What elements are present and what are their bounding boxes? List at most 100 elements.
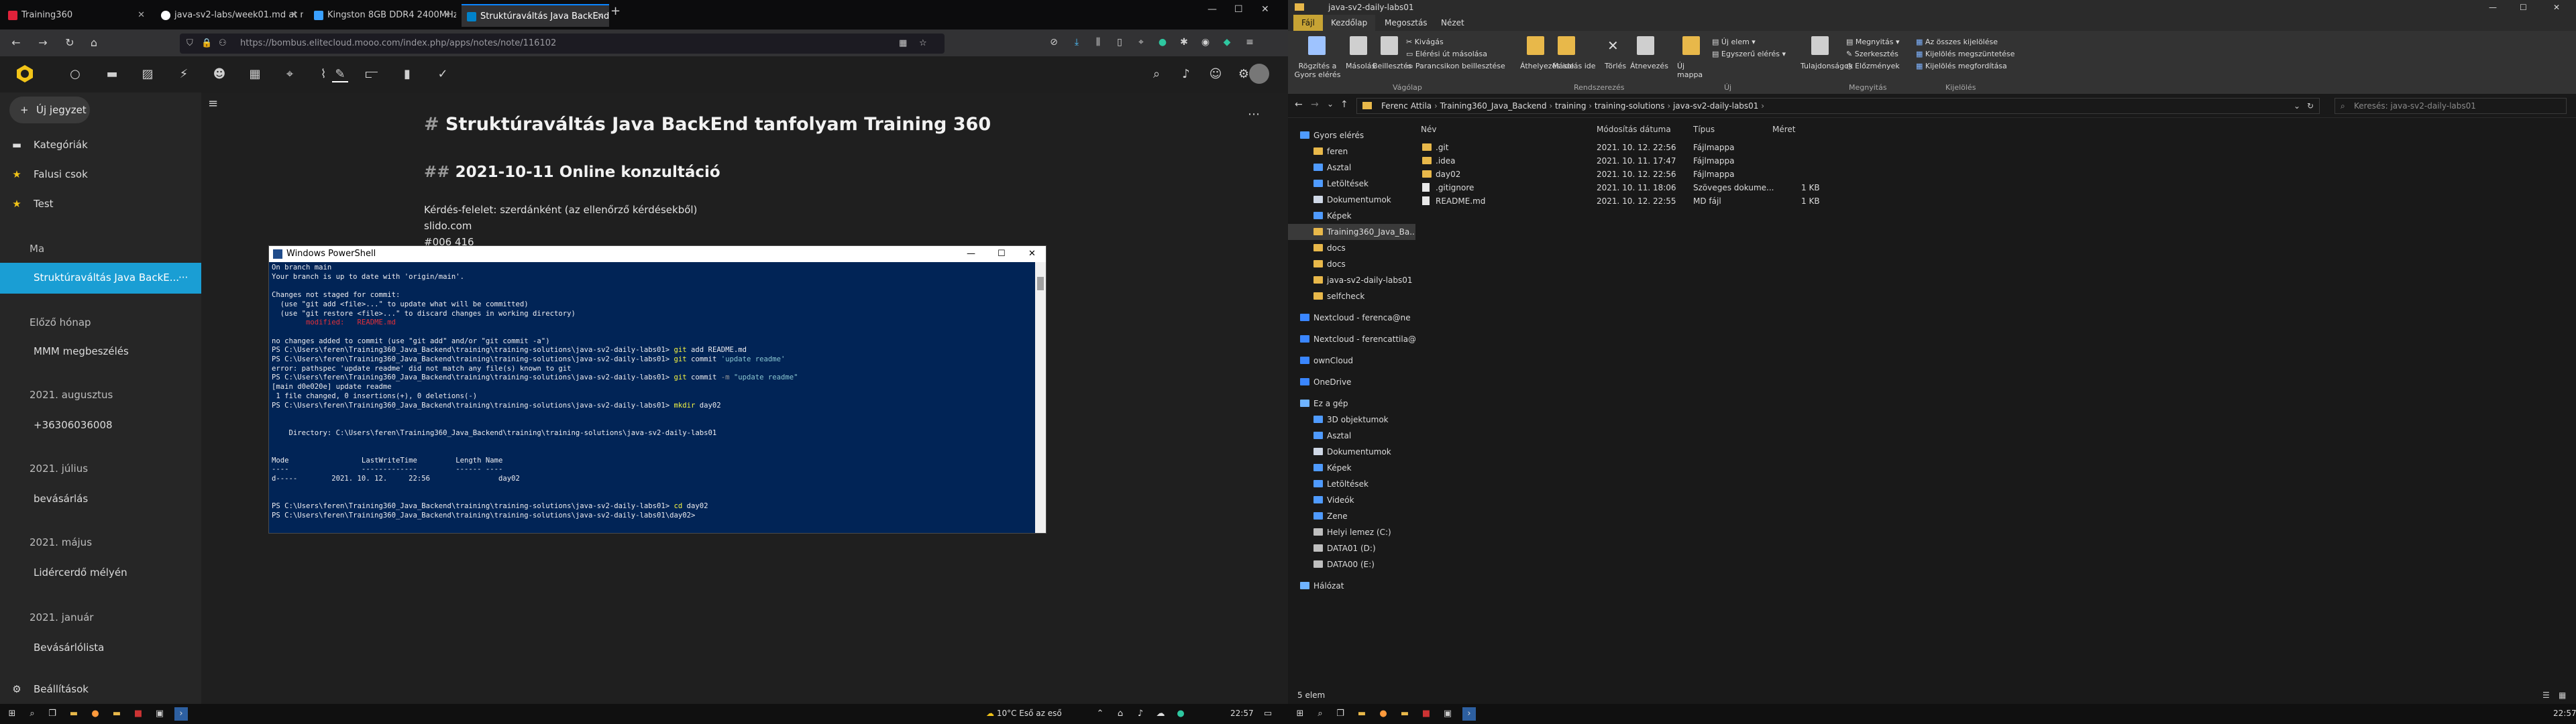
reload-icon[interactable]: ↻	[62, 35, 78, 51]
close-button[interactable]: ✕	[1028, 246, 1036, 262]
up-icon[interactable]: ↑	[1340, 99, 1348, 110]
contacts-icon[interactable]: ☻	[211, 66, 227, 82]
breadcrumb-item[interactable]: training-solutions	[1595, 101, 1665, 111]
browser-tab[interactable]: java-sv2-labs/week01.md at m... ✕	[156, 4, 303, 27]
clock[interactable]: 22:57	[1230, 709, 1254, 718]
close-tab-icon[interactable]: ✕	[596, 5, 604, 27]
nav-item[interactable]: Letöltések	[1288, 476, 1415, 492]
dashboard-icon[interactable]: ○	[67, 66, 83, 82]
new-tab-button[interactable]: +	[610, 4, 621, 18]
tray-icon[interactable]: ●	[1174, 707, 1187, 721]
forward-icon[interactable]: →	[35, 35, 51, 51]
select-all-button[interactable]: ▦ Az összes kijelölése	[1916, 38, 1998, 46]
calendar-icon[interactable]: ▦	[247, 66, 263, 82]
note-list-item-active[interactable]: Struktúraváltás Java BackE... ···	[0, 263, 201, 294]
deck-icon[interactable]: ▮	[399, 66, 415, 82]
scrollbar-thumb[interactable]	[1037, 277, 1044, 290]
large-icons-view-icon[interactable]: ▦	[2559, 686, 2566, 704]
nav-item[interactable]: Asztal	[1288, 428, 1415, 444]
back-icon[interactable]: ←	[8, 35, 24, 51]
close-tab-icon[interactable]: ✕	[443, 4, 451, 27]
tray-icon[interactable]: ☁	[1154, 707, 1167, 721]
recent-locations-icon[interactable]: ⌄	[1327, 99, 1334, 109]
nav-item[interactable]: Ez a gép	[1288, 396, 1415, 412]
account-icon[interactable]: ◉	[1198, 35, 1213, 50]
permissions-icon[interactable]: ⚇	[219, 34, 227, 54]
files-icon[interactable]: ▬	[104, 66, 120, 82]
maximize-button[interactable]: ☐	[1234, 4, 1243, 15]
nav-item[interactable]: Gyors elérés	[1288, 127, 1415, 143]
nav-note-falusi-csok[interactable]: ★ Falusi csok	[0, 160, 201, 189]
invert-selection-button[interactable]: ▦ Kijelölés megfordítása	[1916, 62, 2007, 70]
file-explorer-icon[interactable]: ▬	[1355, 707, 1368, 721]
nav-item[interactable]: Asztal	[1288, 160, 1415, 176]
breadcrumb-item[interactable]: Training360_Java_Backend	[1440, 101, 1547, 111]
delete-button[interactable]: Törlés	[1605, 62, 1626, 70]
nav-item[interactable]: Letöltések	[1288, 176, 1415, 192]
minimize-button[interactable]: —	[1208, 4, 1217, 15]
tab-share[interactable]: Megosztás	[1377, 15, 1436, 31]
extension-icon[interactable]: ◆	[1220, 35, 1234, 50]
app-icon[interactable]: ■	[1419, 707, 1433, 721]
nav-item[interactable]: Dokumentumok	[1288, 444, 1415, 460]
bookmark-star-icon[interactable]: ☆	[919, 34, 927, 54]
extension-icon[interactable]: ✱	[1177, 35, 1191, 50]
sidebar-icon[interactable]: ▯	[1112, 35, 1127, 50]
notification-center-icon[interactable]: ▭	[1261, 707, 1275, 721]
library-icon[interactable]: ⫼	[1091, 35, 1106, 50]
nav-item[interactable]: docs	[1288, 240, 1415, 256]
network-icon[interactable]: ⌂	[1114, 707, 1127, 721]
properties-button[interactable]: Tulajdonságok	[1801, 62, 1853, 70]
powershell-taskbar-icon[interactable]: ›	[1462, 707, 1476, 721]
maximize-button[interactable]: ☐	[2520, 0, 2527, 15]
tab-file[interactable]: Fájl	[1293, 15, 1323, 31]
breadcrumb-item[interactable]: training	[1555, 101, 1587, 111]
close-tab-icon[interactable]: ✕	[290, 4, 298, 27]
nav-item[interactable]: selfcheck	[1288, 288, 1415, 304]
scrollbar[interactable]	[1035, 262, 1046, 533]
note-list-item[interactable]: bevásárlás	[0, 484, 201, 514]
column-header-size[interactable]: Méret	[1772, 125, 1796, 134]
nav-item[interactable]: ownCloud	[1288, 353, 1415, 369]
note-list-item[interactable]: MMM megbeszélés	[0, 337, 201, 366]
nav-item[interactable]: Nextcloud - ferenca@ne	[1288, 310, 1415, 326]
browser-tab-active[interactable]: Struktúraváltás Java BackEnd ta... ✕	[462, 4, 609, 27]
explorer-titlebar[interactable]: java-sv2-daily-labs01 — ☐ ✕	[1288, 0, 2576, 15]
nav-item[interactable]: feren	[1288, 143, 1415, 160]
nav-item[interactable]: Zene	[1288, 508, 1415, 524]
close-button[interactable]: ✕	[2553, 0, 2560, 15]
notes-icon[interactable]: ✎	[332, 66, 348, 82]
minimize-button[interactable]: —	[2489, 0, 2497, 15]
nav-item[interactable]: Képek	[1288, 460, 1415, 476]
more-icon[interactable]: ···	[178, 263, 188, 292]
select-none-button[interactable]: ▦ Kijelölés megszüntetése	[1916, 50, 2015, 58]
search-icon[interactable]: ⌕	[1148, 66, 1165, 82]
nav-item[interactable]: Képek	[1288, 208, 1415, 224]
note-list-item[interactable]: Bevásárlólista	[0, 633, 201, 662]
note-actions-icon[interactable]: ⋯	[1248, 107, 1260, 121]
lock-icon[interactable]: 🔒	[201, 34, 212, 54]
history-button[interactable]: ◷ Előzmények	[1846, 62, 1900, 70]
weather-status[interactable]: ☁ 10°C Eső az eső	[986, 709, 1062, 718]
nav-item[interactable]: DATA00 (E:)	[1288, 556, 1415, 572]
nav-item[interactable]: Videók	[1288, 492, 1415, 508]
nav-categories[interactable]: ▬ Kategóriák	[0, 130, 201, 160]
copy-path-button[interactable]: ▭ Elérési út másolása	[1406, 50, 1487, 58]
menu-icon[interactable]: ≡	[1242, 35, 1257, 50]
nav-item[interactable]: Nextcloud - ferencattila@	[1288, 331, 1416, 347]
breadcrumb-item[interactable]: Ferenc Attila	[1381, 101, 1432, 111]
file-row[interactable]: .git 2021. 10. 12. 22:56 Fájlmappa	[1422, 141, 1825, 154]
search-icon[interactable]: ⌕	[1313, 707, 1327, 721]
copy-to-button[interactable]: Másolás ide	[1552, 62, 1596, 70]
avatar[interactable]	[1249, 64, 1269, 84]
paste-shortcut-button[interactable]: ▭ Parancsikon beillesztése	[1406, 62, 1505, 70]
reader-view-icon[interactable]: ▦	[899, 34, 907, 54]
nav-item[interactable]: 3D objektumok	[1288, 412, 1415, 428]
app-icon[interactable]: ▬	[110, 707, 123, 721]
tab-view[interactable]: Nézet	[1433, 15, 1472, 31]
copy-button[interactable]: Másolás	[1346, 62, 1375, 70]
shield-icon[interactable]: ⛉	[186, 34, 193, 54]
app-icon[interactable]: ▣	[153, 707, 166, 721]
edit-button[interactable]: ✎ Szerkesztés	[1846, 50, 1898, 58]
file-explorer-icon[interactable]: ▬	[67, 707, 80, 721]
